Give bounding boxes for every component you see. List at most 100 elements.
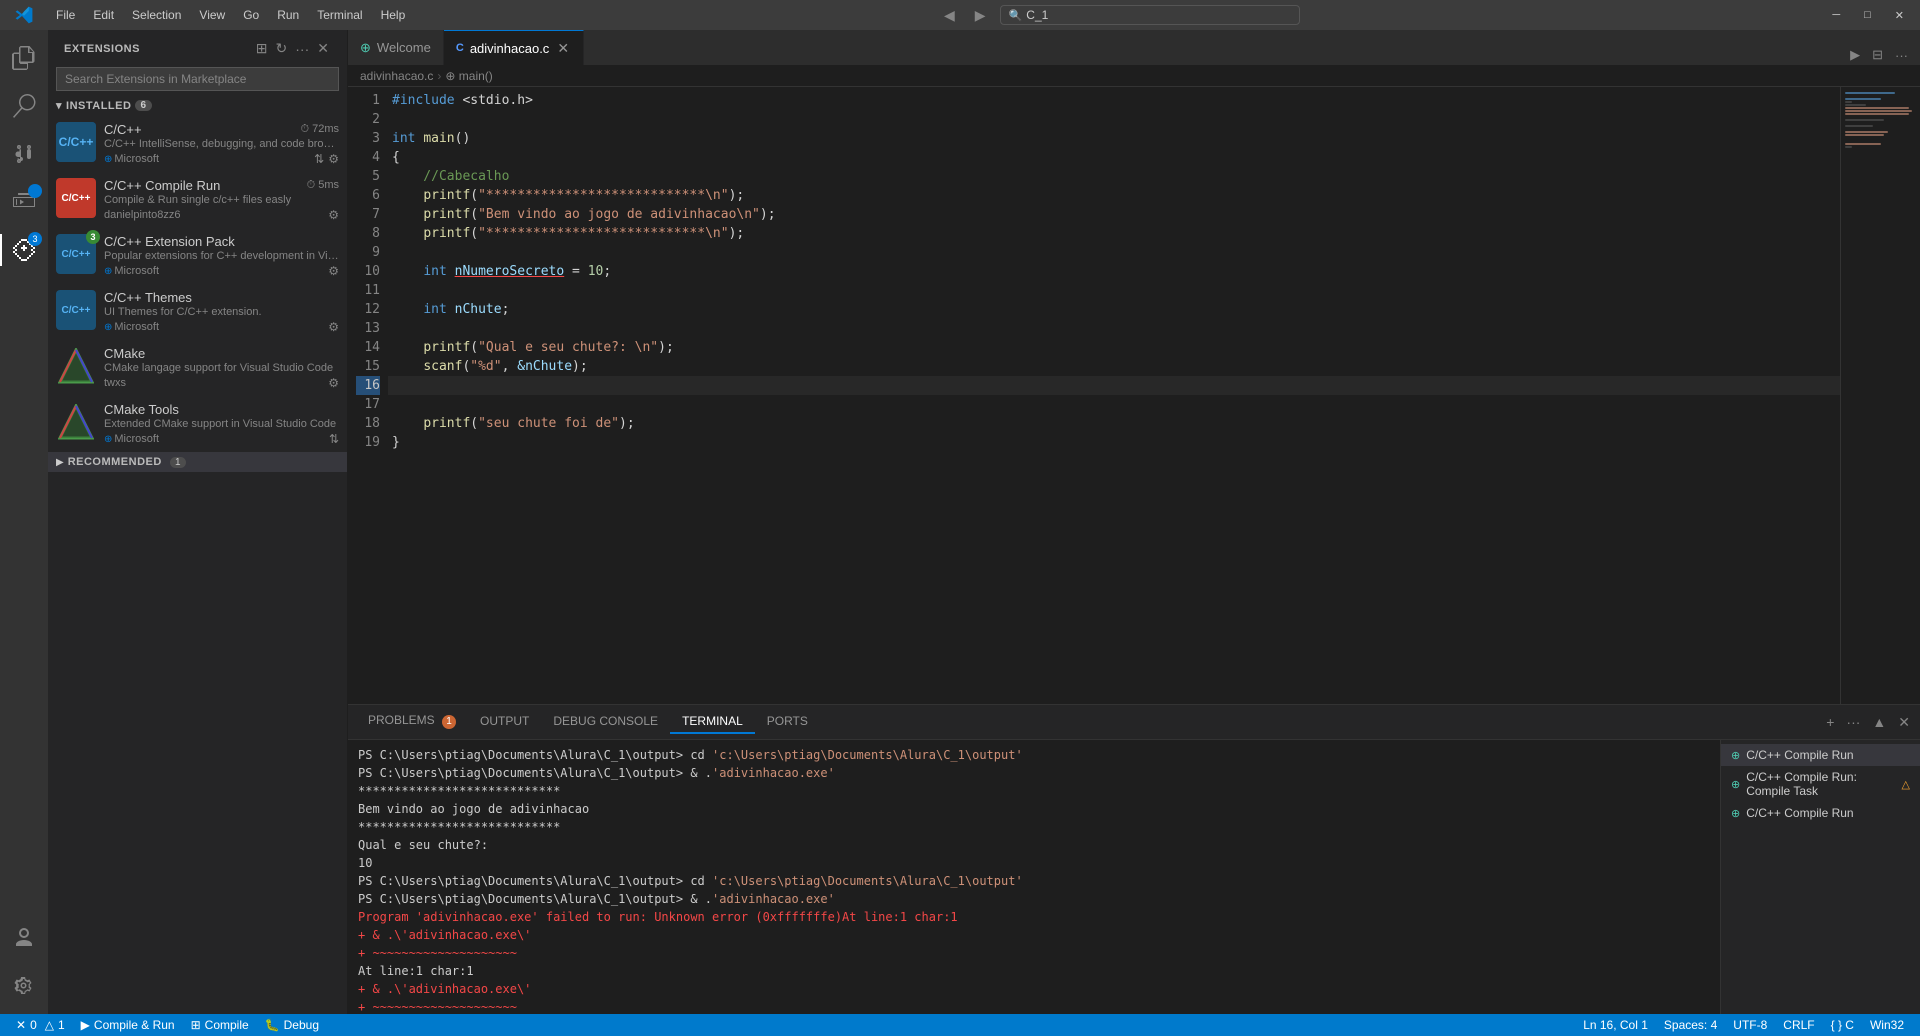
extension-item-cmake-tools[interactable]: CMake Tools Extended CMake support in Vi… — [48, 396, 347, 452]
ext-gear-icon-cpp[interactable]: ⚙ — [328, 152, 339, 166]
activity-extensions[interactable]: 3 — [0, 226, 48, 274]
activity-settings[interactable] — [0, 962, 48, 1010]
statusbar-position[interactable]: Ln 16, Col 1 — [1575, 1014, 1656, 1036]
ext-gear-icon-compile-run[interactable]: ⚙ — [328, 208, 339, 222]
warning-icon-status: △ — [45, 1018, 54, 1032]
terminal-line-8: PS C:\Users\ptiag\Documents\Alura\C_1\ou… — [358, 872, 1710, 890]
menu-edit[interactable]: Edit — [85, 6, 122, 24]
installed-section-header[interactable]: ▾ INSTALLED 6 — [48, 95, 347, 116]
activity-explorer[interactable] — [0, 34, 48, 82]
tab-close-adivinhacao[interactable]: ✕ — [555, 39, 571, 58]
minimap — [1840, 87, 1920, 704]
menu-terminal[interactable]: Terminal — [309, 6, 370, 24]
activity-search[interactable] — [0, 82, 48, 130]
ext-gear-icon-cmake[interactable]: ⚙ — [328, 376, 339, 390]
statusbar-errors[interactable]: ✕ 0 △ 1 — [8, 1014, 73, 1036]
statusbar-compile[interactable]: ⊞ Compile — [183, 1014, 257, 1036]
statusbar-spaces[interactable]: Spaces: 4 — [1656, 1014, 1725, 1036]
run-code-button[interactable]: ▶ — [1846, 45, 1864, 65]
compile-label: Compile — [205, 1018, 249, 1032]
panel-maximize-button[interactable]: ▲ — [1870, 712, 1888, 733]
terminal-area[interactable]: PS C:\Users\ptiag\Documents\Alura\C_1\ou… — [348, 740, 1720, 1014]
ext-icon-cpp: C/C++ — [56, 122, 96, 162]
extension-item-cmake[interactable]: CMake CMake langage support for Visual S… — [48, 340, 347, 396]
extension-item-compile-run[interactable]: C/C++ C/C++ Compile Run ⏱ 5ms Compile & … — [48, 172, 347, 228]
ext-desc-compile-run: Compile & Run single c/c++ files easly — [104, 194, 339, 206]
ext-publisher-cmake-tools: ⊕ Microsoft — [104, 433, 159, 445]
panel-sidebar-item-2[interactable]: ⊕ C/C++ Compile Run: Compile Task △ — [1721, 766, 1920, 802]
split-editor-button[interactable]: ⊟ — [1868, 45, 1887, 65]
statusbar-platform[interactable]: Win32 — [1862, 1014, 1912, 1036]
code-line-15: scanf("%d", &nChute); — [388, 357, 1840, 376]
language-label: { } C — [1831, 1018, 1854, 1032]
panel-sidebar-item-1[interactable]: ⊕ C/C++ Compile Run — [1721, 744, 1920, 766]
panel-more-actions[interactable]: ··· — [1844, 712, 1862, 733]
sidebar: EXTENSIONS ⊞ ↻ ··· ✕ ▾ INSTALLED 6 C/C++ — [48, 30, 348, 1014]
close-sidebar-button[interactable]: ✕ — [315, 38, 331, 59]
activity-accounts[interactable] — [0, 914, 48, 962]
extension-item-themes[interactable]: C/C++ C/C++ Themes UI Themes for C/C++ e… — [48, 284, 347, 340]
terminal-line-6: Qual e seu chute?: — [358, 836, 1710, 854]
statusbar-eol[interactable]: CRLF — [1775, 1014, 1822, 1036]
code-line-11 — [388, 281, 1840, 300]
terminal-line-13: At line:1 char:1 — [358, 962, 1710, 980]
panel-tabs: PROBLEMS 1 OUTPUT DEBUG CONSOLE TERMINAL… — [348, 705, 1920, 740]
statusbar-encoding[interactable]: UTF-8 — [1725, 1014, 1775, 1036]
ext-desc-themes: UI Themes for C/C++ extension. — [104, 306, 339, 318]
search-icon: 🔍 — [1009, 9, 1023, 22]
ext-desc-cmake: CMake langage support for Visual Studio … — [104, 362, 339, 374]
maximize-button[interactable]: □ — [1856, 7, 1879, 23]
recommended-count: 1 — [170, 457, 186, 468]
menu-help[interactable]: Help — [373, 6, 414, 24]
tab-output[interactable]: OUTPUT — [468, 710, 541, 734]
statusbar-debug[interactable]: 🐛 Debug — [257, 1014, 327, 1036]
statusbar-compile-run[interactable]: ▶ Compile & Run — [73, 1014, 183, 1036]
menu-run[interactable]: Run — [269, 6, 307, 24]
global-search-bar[interactable]: 🔍 C_1 — [1000, 5, 1300, 25]
refresh-extensions-button[interactable]: ↻ — [274, 38, 290, 59]
new-terminal-button[interactable]: + — [1824, 712, 1836, 733]
activity-source-control[interactable] — [0, 130, 48, 178]
panel-sidebar-item-3[interactable]: ⊕ C/C++ Compile Run — [1721, 802, 1920, 824]
breadcrumb-file[interactable]: adivinhacao.c — [360, 69, 433, 83]
nav-back-button[interactable]: ◀ — [938, 5, 961, 26]
statusbar-language[interactable]: { } C — [1823, 1014, 1862, 1036]
close-button[interactable]: ✕ — [1887, 7, 1912, 24]
sidebar-header: EXTENSIONS ⊞ ↻ ··· ✕ — [48, 30, 347, 63]
tab-terminal[interactable]: TERMINAL — [670, 710, 755, 734]
panel-close-button[interactable]: ✕ — [1896, 712, 1912, 733]
panel: PROBLEMS 1 OUTPUT DEBUG CONSOLE TERMINAL… — [348, 704, 1920, 1014]
compile-run-label: Compile & Run — [94, 1018, 175, 1032]
ext-gear-icon-themes[interactable]: ⚙ — [328, 320, 339, 334]
extension-item-ext-pack[interactable]: C/C++ 3 C/C++ Extension Pack Popular ext… — [48, 228, 347, 284]
tab-welcome[interactable]: ⊕ Welcome — [348, 30, 444, 65]
eol-label: CRLF — [1783, 1018, 1814, 1032]
extension-item-cpp[interactable]: C/C++ C/C++ ⏱ 72ms C/C++ IntelliSense, d… — [48, 116, 347, 172]
ext-sync-icon-cmake-tools: ⇅ — [329, 432, 339, 446]
menu-selection[interactable]: Selection — [124, 6, 189, 24]
tab-ports[interactable]: PORTS — [755, 710, 820, 734]
more-options-button[interactable]: ··· — [293, 38, 311, 59]
ext-icon-compile-run: C/C++ — [56, 178, 96, 218]
tab-problems[interactable]: PROBLEMS 1 — [356, 709, 468, 735]
nav-forward-button[interactable]: ▶ — [969, 5, 992, 26]
chevron-right-icon: ▶ — [56, 457, 64, 468]
breadcrumb-function[interactable]: ⊕ main() — [445, 69, 492, 83]
search-extensions-input[interactable] — [56, 67, 339, 91]
code-line-13 — [388, 319, 1840, 338]
recommended-section-header[interactable]: ▶ RECOMMENDED 1 — [48, 452, 347, 472]
tab-adivinhacao[interactable]: C adivinhacao.c ✕ — [444, 30, 584, 65]
menu-go[interactable]: Go — [235, 6, 267, 24]
minimize-button[interactable]: ─ — [1824, 7, 1848, 23]
ext-gear-icon-ext-pack[interactable]: ⚙ — [328, 264, 339, 278]
code-area[interactable]: #include <stdio.h> int main() { //Cabeca… — [388, 87, 1840, 704]
menu-view[interactable]: View — [191, 6, 233, 24]
extensions-badge: 3 — [28, 232, 42, 246]
tab-debug-console[interactable]: DEBUG CONSOLE — [541, 710, 670, 734]
menu-file[interactable]: File — [48, 6, 83, 24]
activity-run-debug[interactable] — [0, 178, 48, 226]
more-editor-actions-button[interactable]: ··· — [1891, 46, 1912, 65]
statusbar-right: Ln 16, Col 1 Spaces: 4 UTF-8 CRLF { } C … — [1575, 1014, 1912, 1036]
editor-content: 12345 678910 1112131415 16 171819 #inclu… — [348, 87, 1840, 704]
filter-extensions-button[interactable]: ⊞ — [254, 38, 270, 59]
